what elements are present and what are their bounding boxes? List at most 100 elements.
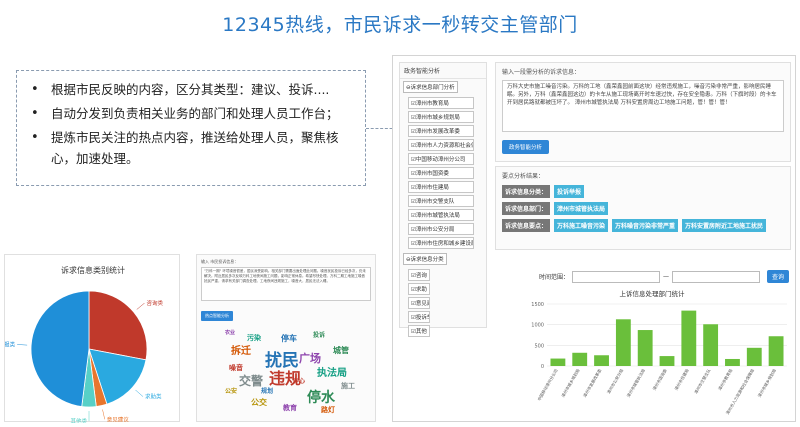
category-tree: 政务智能分析 ⊖诉求信息部门分析 ☑漳州市教育局 ☑漳州市城乡规划局 ☑漳州市发展改… — [399, 62, 487, 337]
feature-item: 提炼市民关注的热点内容，推送给处理人员，聚焦核心，加速处理。 — [29, 127, 355, 169]
wordcloud-textarea[interactable]: "万科一期" 环境噪音很差，居民深受影响。相关部门需要出面处理此问题。噪音扰民投… — [201, 267, 371, 301]
tree-item-type[interactable]: ☑咨询 — [408, 269, 430, 281]
tree-group-types[interactable]: ⊖诉求信息分类 — [400, 251, 486, 267]
cloud-word: 施工 — [341, 382, 355, 390]
bar — [659, 356, 675, 366]
x-tick-label: 漳州市教育局 — [716, 368, 733, 392]
x-tick-label: 漳州市城管执法局 — [625, 368, 646, 399]
time-range-label: 时间范围： — [539, 274, 570, 281]
result-key: 诉求信息要点： — [502, 219, 551, 232]
y-tick-label: 1000 — [531, 323, 544, 329]
cloud-word: 扰民 — [265, 351, 299, 371]
complaint-textarea[interactable]: 万科大史市施工噪音污染。万科的工地（鑫荣鑫园前面这块）经常违规施工，噪音污染非常… — [502, 80, 784, 132]
cloud-word: 公交 — [251, 398, 267, 407]
result-key: 诉求信息分类： — [502, 185, 551, 198]
feature-item: 根据市民反映的内容，区分其类型：建议、投诉.... — [29, 79, 355, 100]
result-label: 要点分析结果： — [502, 173, 545, 180]
cloud-word: 拆迁 — [231, 346, 251, 357]
tree-item-department[interactable]: ☑漳州市住建局 — [408, 181, 474, 193]
tree-item-type[interactable]: ☑其他 — [408, 325, 430, 337]
pie-chart-title: 诉求信息类别统计 — [61, 266, 125, 275]
y-tick-label: 500 — [534, 343, 544, 349]
cloud-word: 交警 — [239, 374, 264, 388]
pie-leader — [102, 409, 105, 420]
cloud-word: 城管 — [333, 346, 349, 355]
bar — [594, 355, 609, 366]
feature-item: 自动分发到负责相关业务的部门和处理人员工作台； — [29, 103, 355, 124]
tree-item-department[interactable]: ☑漳州市教育局 — [408, 97, 474, 109]
result-key: 诉求信息部门： — [502, 202, 551, 215]
pie-slice — [30, 290, 90, 407]
bar — [703, 324, 719, 366]
tree-group-departments[interactable]: ⊖诉求信息部门分析 — [400, 79, 486, 95]
cloud-word: 农业 — [225, 330, 236, 336]
cloud-word: 教育 — [283, 404, 297, 412]
bar — [725, 358, 740, 366]
pie-label: 其他类 — [70, 417, 87, 423]
tree-group-label[interactable]: ⊖诉求信息部门分析 — [403, 81, 458, 93]
x-tick-label: 漳州市发展改革委 — [581, 368, 602, 399]
word-cloud: 扰民 违规 停水 广场 拆迁 执法局 交警 公交 停车 噪音 城管 教育 路灯 污染 施工 公安 规划 中心 投诉农… — [221, 319, 361, 419]
tree-item-department[interactable]: ☑漳州市住房和城乡建设局 — [408, 237, 474, 249]
end-date-input[interactable] — [672, 270, 761, 283]
cloud-word: 规划 — [261, 388, 274, 395]
start-date-input[interactable] — [572, 270, 661, 283]
pie-slice — [88, 290, 148, 361]
date-separator: — — [663, 273, 670, 280]
result-tag: 万科施工噪音污染 — [554, 219, 609, 232]
x-tick-label: 漳州市交警支队 — [692, 368, 711, 395]
cloud-word: 中心 — [293, 378, 306, 385]
tree-item-department[interactable]: ☑漳州市公安分局 — [408, 223, 474, 235]
cloud-word: 噪音 — [229, 364, 243, 372]
query-button[interactable]: 查询 — [767, 270, 790, 283]
tree-item-department[interactable]: ☑漳州市人力资源和社会保障局 — [408, 139, 474, 151]
tree-item-type[interactable]: ☑求助 — [408, 283, 430, 295]
tree-item-department[interactable]: ☑漳州市国资委 — [408, 167, 474, 179]
result-tag: 投诉举报 — [554, 185, 585, 198]
cloud-word: 公安 — [225, 388, 238, 395]
y-tick-label: 1500 — [531, 302, 544, 308]
input-label: 输入一段需分析的诉求信息： — [502, 69, 581, 76]
tree-item-type[interactable]: ☑投诉举报 — [408, 311, 430, 323]
result-row: 诉求信息要点： 万科施工噪音污染 万科噪音污染非常严重 万科安置房附近工地施工扰民 — [496, 217, 790, 234]
pie-leader — [17, 344, 28, 346]
tree-item-department[interactable]: ☑中国移动漳州分公司 — [408, 153, 474, 165]
x-tick-label: 漳州市住建局 — [672, 368, 689, 392]
x-tick-label: 漳州市国资委 — [651, 368, 668, 392]
bar — [768, 336, 784, 366]
cloud-word: 投诉 — [313, 332, 326, 339]
bar — [615, 319, 631, 366]
x-tick-label: 中国移动漳州分公司 — [536, 368, 559, 402]
tree-item-type[interactable]: ☑意见建议 — [408, 297, 430, 309]
wordcloud-input-label: 输入 市民投诉信息： — [201, 259, 239, 264]
tree-item-department[interactable]: ☑漳州市发展改革委 — [408, 125, 474, 137]
bar — [572, 352, 588, 366]
bar — [550, 358, 566, 366]
bar — [746, 347, 762, 366]
tree-item-department[interactable]: ☑漳州市交警支队 — [408, 195, 474, 207]
analysis-panel: 政务智能分析 ⊖诉求信息部门分析 ☑漳州市教育局 ☑漳州市城乡规划局 ☑漳州市发展改… — [392, 55, 796, 422]
x-tick-label: 漳州市公安分局 — [605, 368, 624, 395]
analyze-button[interactable]: 政务智能分析 — [502, 140, 550, 154]
tree-header: 政务智能分析 — [400, 63, 486, 79]
hotspot-wordcloud-card: 输入 市民投诉信息： "万科一期" 环境噪音很差，居民深受影响。相关部门需要出面… — [196, 254, 376, 422]
result-tag: 万科噪音污染非常严重 — [612, 219, 679, 232]
category-pie-card: 诉求信息类别统计 咨询类求助类意见建议 其他类 诉求举报类 — [0, 254, 180, 425]
tree-item-department[interactable]: ☑漳州市城管执法局 — [408, 209, 474, 221]
pie-label: 意见建议 — [107, 415, 130, 423]
feature-list: 根据市民反映的内容，区分其类型：建议、投诉.... 自动分发到负责相关业务的部门… — [16, 70, 366, 186]
x-tick-label: 漳州市城乡规划局 — [756, 368, 777, 399]
tree-item-department[interactable]: ☑漳州市城乡规划局 — [408, 111, 474, 123]
tree-group-label[interactable]: ⊖诉求信息分类 — [403, 253, 447, 265]
cloud-word: 停车 — [281, 334, 297, 343]
result-row: 诉求信息部门： 漳州市城管执法局 — [496, 200, 790, 217]
result-tag: 漳州市城管执法局 — [554, 202, 609, 215]
cloud-word: 路灯 — [321, 406, 335, 414]
cloud-word: 污染 — [247, 334, 261, 342]
complaint-input-section: 输入一段需分析的诉求信息： 万科大史市施工噪音污染。万科的工地（鑫荣鑫园前面这块… — [495, 62, 791, 162]
page-title: 12345热线，市民诉求一秒转交主管部门 — [222, 14, 578, 36]
time-range-filter: 时间范围： — 查询 — [539, 270, 790, 283]
department-bar-chart: 上诉信息处理部门统计 0 500 1000 1500 中国移动漳州分公司 漳州市城乡规划局… — [513, 288, 791, 422]
cloud-word: 停水 — [307, 390, 335, 406]
bar-chart-title: 上诉信息处理部门统计 — [619, 290, 685, 298]
